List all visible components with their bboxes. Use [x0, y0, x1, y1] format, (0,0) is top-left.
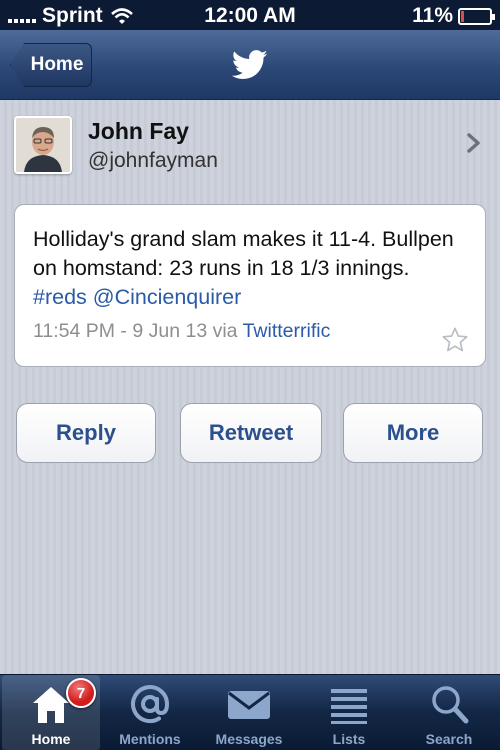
envelope-icon	[228, 691, 270, 719]
profile-header[interactable]: John Fay @johnfayman	[14, 116, 486, 176]
tab-search[interactable]: Search	[400, 675, 498, 750]
client-link[interactable]: Twitterrific	[243, 320, 331, 342]
nav-bar: Home	[0, 30, 500, 100]
battery-fill	[461, 10, 464, 22]
tab-home[interactable]: Home 7	[2, 675, 100, 750]
retweet-button[interactable]: Retweet	[180, 403, 322, 463]
battery-icon	[458, 7, 495, 25]
tweet-actions: Reply Retweet More	[16, 403, 484, 465]
more-button[interactable]: More	[343, 403, 483, 463]
user-photo-icon	[16, 118, 70, 172]
tab-label: Search	[425, 731, 473, 747]
chevron-right-icon	[467, 133, 480, 153]
hashtag-link[interactable]: #reds	[33, 285, 87, 309]
tab-lists[interactable]: Lists	[300, 675, 398, 750]
status-bar: Sprint 12:00 AM 11%	[0, 0, 500, 30]
notification-badge: 7	[66, 678, 96, 708]
profile-name: John Fay	[88, 118, 189, 144]
battery-status: 11%	[412, 4, 495, 28]
twitter-bird-icon	[232, 50, 268, 79]
tweet-detail-content: John Fay @johnfayman Holliday's grand sl…	[0, 100, 500, 674]
tab-messages[interactable]: Messages	[200, 675, 298, 750]
tab-label: Messages	[215, 731, 283, 747]
magnifier-icon	[432, 686, 469, 724]
avatar[interactable]	[14, 116, 72, 174]
tweet-body: Holliday's grand slam makes it 11-4. Bul…	[33, 227, 454, 280]
tab-mentions[interactable]: Mentions	[101, 675, 199, 750]
tweet-text: Holliday's grand slam makes it 11-4. Bul…	[33, 225, 467, 312]
list-icon	[331, 689, 367, 724]
tab-label: Home	[31, 731, 71, 747]
star-icon[interactable]	[441, 326, 469, 354]
tab-label: Mentions	[119, 731, 181, 747]
profile-handle: @johnfayman	[88, 149, 218, 172]
reply-button[interactable]: Reply	[16, 403, 156, 463]
tab-bar: Home 7 Mentions Messages Lists Search	[0, 674, 500, 750]
mention-link[interactable]: @Cincienquirer	[93, 285, 242, 309]
tweet-card: Holliday's grand slam makes it 11-4. Bul…	[14, 204, 486, 367]
battery-percent: 11%	[412, 4, 453, 27]
at-icon	[131, 685, 170, 724]
tweet-timestamp: 11:54 PM - 9 Jun 13 via	[33, 320, 238, 342]
tab-label: Lists	[332, 731, 366, 747]
tweet-meta: 11:54 PM - 9 Jun 13 via Twitterrific	[33, 320, 467, 343]
home-back-button[interactable]: Home	[10, 43, 92, 87]
